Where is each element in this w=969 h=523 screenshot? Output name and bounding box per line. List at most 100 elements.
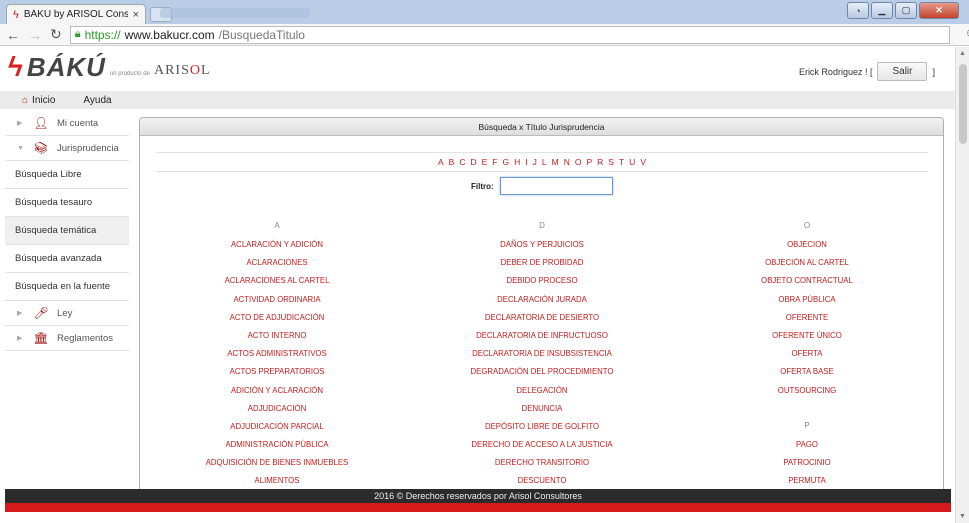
- sidebar-item-label: Búsqueda en la fuente: [15, 281, 111, 292]
- term-link[interactable]: DELEGACIÓN: [412, 382, 672, 400]
- term-link[interactable]: ACLARACIONES AL CARTEL: [147, 272, 407, 290]
- term-link[interactable]: DECLARATORIA DE INFRUCTUOSO: [412, 327, 672, 345]
- sidebar-item-ley[interactable]: ▶ 🎤︎ Ley: [5, 301, 129, 326]
- menu-help-label: Ayuda: [83, 94, 112, 106]
- sidebar-item-busqueda-tematica[interactable]: Búsqueda temática: [5, 217, 129, 245]
- term-link[interactable]: DEBIDO PROCESO: [412, 272, 672, 290]
- url-input[interactable]: 🔒︎ https://www.bakucr.com/BusquedaTitulo: [69, 25, 950, 44]
- term-link[interactable]: OFERTA BASE: [677, 363, 937, 381]
- term-link[interactable]: PATROCINIO: [677, 454, 937, 472]
- letter-link-t[interactable]: T: [618, 157, 625, 167]
- scroll-thumb[interactable]: [959, 64, 967, 144]
- close-window-icon[interactable]: ✕: [919, 2, 959, 19]
- term-link[interactable]: DESCUENTO: [412, 472, 672, 490]
- term-link[interactable]: DECLARACIÓN JURADA: [412, 291, 672, 309]
- term-link[interactable]: OBJETO CONTRACTUAL: [677, 272, 937, 290]
- logo-brand-red: O: [189, 63, 201, 78]
- letter-link-o[interactable]: O: [574, 157, 583, 167]
- page-scrollbar[interactable]: ▲ ▼: [955, 47, 969, 523]
- term-link[interactable]: DEGRADACIÓN DEL PROCEDIMIENTO: [412, 363, 672, 381]
- term-link[interactable]: OBJECIÓN AL CARTEL: [677, 254, 937, 272]
- letter-link-a[interactable]: A: [437, 157, 445, 167]
- letter-link-i[interactable]: I: [524, 157, 528, 167]
- sidebar-item-busqueda-libre[interactable]: Búsqueda Libre: [5, 161, 129, 189]
- logo-tagline: un producto de: [109, 71, 150, 77]
- logout-button[interactable]: Salir: [877, 62, 928, 81]
- term-link[interactable]: ADICIÓN Y ACLARACIÓN: [147, 382, 407, 400]
- term-link[interactable]: DECLARATORIA DE INSUBSISTENCIA: [412, 345, 672, 363]
- term-link[interactable]: DECLARATORIA DE DESIERTO: [412, 309, 672, 327]
- letter-link-e[interactable]: E: [481, 157, 489, 167]
- term-link[interactable]: OFERENTE: [677, 309, 937, 327]
- term-link[interactable]: DEBER DE PROBIDAD: [412, 254, 672, 272]
- term-link[interactable]: DERECHO TRANSITORIO: [412, 454, 672, 472]
- term-link[interactable]: OUTSOURCING: [677, 382, 937, 400]
- letter-link-m[interactable]: M: [551, 157, 560, 167]
- term-link[interactable]: ACTOS ADMINISTRATIVOS: [147, 345, 407, 363]
- letter-link-s[interactable]: S: [607, 157, 615, 167]
- term-link[interactable]: ADQUISICIÓN DE BIENES INMUEBLES: [147, 454, 407, 472]
- letter-link-p[interactable]: P: [585, 157, 593, 167]
- term-link[interactable]: ACTO DE ADJUDICACIÓN: [147, 309, 407, 327]
- term-link[interactable]: OFERTA: [677, 345, 937, 363]
- term-link[interactable]: ACTOS PREPARATORIOS: [147, 363, 407, 381]
- term-link[interactable]: DEPÓSITO LIBRE DE GOLFITO: [412, 418, 672, 436]
- term-link[interactable]: ACTO INTERNO: [147, 327, 407, 345]
- user-icon[interactable]: ◔: [847, 2, 869, 19]
- scroll-down-icon[interactable]: ▼: [959, 513, 966, 520]
- reload-icon[interactable]: ↻: [50, 26, 62, 43]
- term-link[interactable]: ALIMENTOS: [147, 472, 407, 490]
- term-link[interactable]: OBJECION: [677, 236, 937, 254]
- term-link[interactable]: ADMINISTRACIÓN PÚBLICA: [147, 436, 407, 454]
- term-link[interactable]: PAGO: [677, 436, 937, 454]
- maximize-icon[interactable]: ▢: [895, 2, 917, 19]
- term-link[interactable]: ADJUDICACIÓN: [147, 400, 407, 418]
- site-logo[interactable]: ϟ BÁKÚ un producto de ARISOL: [8, 53, 211, 82]
- letter-link-l[interactable]: L: [541, 157, 548, 167]
- term-link[interactable]: DAÑOS Y PERJUICIOS: [412, 236, 672, 254]
- url-host: www.bakucr.com: [124, 27, 215, 42]
- minimize-icon[interactable]: ▁: [871, 2, 893, 19]
- forward-icon[interactable]: →: [28, 27, 42, 43]
- menu-home[interactable]: ⌂ Inicio: [22, 95, 55, 106]
- term-link[interactable]: DERECHO DE ACCESO A LA JUSTICIA: [412, 436, 672, 454]
- letter-link-r[interactable]: R: [596, 157, 604, 167]
- filter-label: Filtro:: [471, 181, 494, 191]
- sidebar-item-busqueda-avanzada[interactable]: Búsqueda avanzada: [5, 245, 129, 273]
- window-controls: ◔ ▁ ▢ ✕: [847, 2, 959, 19]
- term-link[interactable]: DENUNCIA: [412, 400, 672, 418]
- letter-link-j[interactable]: J: [532, 157, 538, 167]
- letter-link-d[interactable]: D: [469, 157, 477, 167]
- letter-link-u[interactable]: U: [628, 157, 636, 167]
- letter-link-h[interactable]: H: [513, 157, 521, 167]
- browser-tab[interactable]: ϟ BÁKÚ by ARISOL Consulto ×: [6, 4, 146, 24]
- tab-close-icon[interactable]: ×: [133, 9, 139, 21]
- sidebar-item-jurisprudencia[interactable]: ▼ 📚︎ Jurisprudencia: [5, 136, 129, 161]
- term-link[interactable]: ACLARACIÓN Y ADICIÓN: [147, 236, 407, 254]
- letter-link-g[interactable]: G: [502, 157, 511, 167]
- term-link[interactable]: PERMUTA: [677, 472, 937, 490]
- term-link[interactable]: ACLARACIONES: [147, 254, 407, 272]
- letter-link-f[interactable]: F: [491, 157, 498, 167]
- sidebar-item-label: Mi cuenta: [57, 117, 99, 129]
- term-link[interactable]: ACTIVIDAD ORDINARIA: [147, 291, 407, 309]
- letter-link-n[interactable]: N: [563, 157, 571, 167]
- letter-link-v[interactable]: V: [639, 157, 647, 167]
- term-link[interactable]: OBRA PÚBLICA: [677, 291, 937, 309]
- term-link[interactable]: OFERENTE ÚNICO: [677, 327, 937, 345]
- sidebar-item-busqueda-fuente[interactable]: Búsqueda en la fuente: [5, 273, 129, 301]
- book-gavel-icon: 📚︎: [33, 141, 49, 155]
- letter-link-c[interactable]: C: [458, 157, 466, 167]
- site-header: ϟ BÁKÚ un producto de ARISOL Erick Rodri…: [0, 47, 955, 91]
- scroll-up-icon[interactable]: ▲: [959, 50, 966, 57]
- speaker-podium-icon: 🎤︎: [33, 306, 49, 320]
- term-link[interactable]: ADJUDICACIÓN PARCIAL: [147, 418, 407, 436]
- menu-help[interactable]: Ayuda: [83, 95, 111, 106]
- sidebar-item-busqueda-tesauro[interactable]: Búsqueda tesauro: [5, 189, 129, 217]
- sidebar-item-reglamentos[interactable]: ▶ 🏛︎ Reglamentos: [5, 326, 129, 351]
- building-icon: 🏛︎: [33, 331, 49, 345]
- back-icon[interactable]: ←: [6, 27, 20, 43]
- sidebar-item-mi-cuenta[interactable]: ▶ 👤︎ Mi cuenta: [5, 111, 129, 136]
- letter-link-b[interactable]: B: [448, 157, 456, 167]
- filter-input[interactable]: [499, 177, 613, 195]
